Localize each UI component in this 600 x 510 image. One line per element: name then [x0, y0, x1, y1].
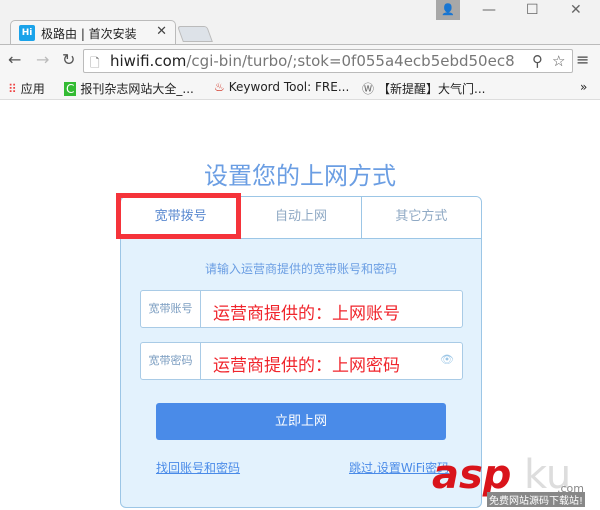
wordpress-icon: Ⓦ — [362, 82, 375, 96]
minimize-button[interactable]: — — [482, 2, 496, 18]
bookmark-label: 应用 — [20, 82, 45, 96]
highlight-box — [116, 193, 241, 239]
forward-icon[interactable]: → — [36, 50, 49, 69]
browser-chrome: 👤 — ☐ ✕ Hi 极路由 | 首次安装 ✕ ← → ↻ 🗋 hiwifi.c… — [0, 0, 600, 100]
address-bar[interactable]: 🗋 hiwifi.com/cgi-bin/turbo/;stok=0f055a4… — [83, 49, 573, 73]
skip-link[interactable]: 跳过,设置WiFi密码 — [349, 459, 449, 476]
account-label: 宽带账号 — [141, 291, 201, 327]
password-label: 宽带密码 — [141, 343, 201, 379]
bookmark-item[interactable]: C 报刊杂志网站大全_... — [64, 80, 194, 97]
zoom-search-icon[interactable]: ⚲ — [532, 52, 543, 70]
page-icon: 🗋 — [90, 56, 100, 70]
bookmark-label: 【新提醒】大气门... — [378, 82, 486, 96]
url-host: hiwifi.com — [110, 52, 187, 70]
setup-panel: 宽带拨号 自动上网 其它方式 请输入运营商提供的宽带账号和密码 宽带账号 运营商… — [120, 196, 482, 508]
account-field[interactable]: 宽带账号 运营商提供的：上网账号 — [140, 290, 463, 328]
profile-icon[interactable]: 👤 — [436, 0, 460, 20]
tab-dhcp[interactable]: 自动上网 — [240, 197, 360, 238]
url-path: /cgi-bin/turbo/;stok=0f055a4ecb5ebd50ec8 — [186, 52, 515, 70]
bookmark-item[interactable]: Ⓦ 【新提醒】大气门... — [362, 80, 485, 97]
refresh-green-icon: C — [64, 82, 77, 96]
bookmark-item[interactable]: ♨ Keyword Tool: FRE... — [214, 80, 349, 94]
bookmark-apps[interactable]: ⠿ 应用 — [8, 80, 45, 97]
close-tab-icon[interactable]: ✕ — [156, 24, 167, 39]
account-input[interactable]: 运营商提供的：上网账号 — [213, 299, 400, 324]
flame-icon: ♨ — [214, 80, 225, 94]
tab-title: 极路由 | 首次安装 — [41, 27, 137, 41]
password-input[interactable]: 运营商提供的：上网密码 — [213, 351, 400, 376]
browser-tab[interactable]: Hi 极路由 | 首次安装 ✕ — [10, 20, 176, 44]
bookmarks-overflow[interactable]: » — [580, 80, 587, 94]
tab-other[interactable]: 其它方式 — [360, 197, 481, 238]
new-tab-button[interactable] — [177, 26, 213, 42]
toolbar: ← → ↻ 🗋 hiwifi.com/cgi-bin/turbo/;stok=0… — [0, 44, 600, 74]
eye-icon[interactable]: 👁 — [440, 353, 454, 366]
bookmark-label: Keyword Tool: FRE... — [228, 80, 350, 94]
maximize-button[interactable]: ☐ — [526, 2, 539, 18]
close-window-button[interactable]: ✕ — [570, 2, 582, 18]
menu-icon[interactable]: ≡ — [576, 50, 589, 69]
back-icon[interactable]: ← — [8, 50, 21, 69]
favicon-icon: Hi — [19, 25, 35, 41]
bookmark-star-icon[interactable]: ☆ — [552, 52, 565, 70]
url-text[interactable]: hiwifi.com/cgi-bin/turbo/;stok=0f055a4ec… — [110, 52, 535, 70]
reload-icon[interactable]: ↻ — [62, 50, 75, 69]
password-field[interactable]: 宽带密码 运营商提供的：上网密码 👁 — [140, 342, 463, 380]
connect-button[interactable]: 立即上网 — [156, 403, 446, 440]
bookmark-label: 报刊杂志网站大全_... — [80, 82, 194, 96]
recover-account-link[interactable]: 找回账号和密码 — [156, 459, 240, 476]
apps-grid-icon: ⠿ — [8, 82, 17, 96]
bookmarks-bar: ⠿ 应用 C 报刊杂志网站大全_... ♨ Keyword Tool: FRE... … — [0, 74, 600, 100]
hint-text: 请输入运营商提供的宽带账号和密码 — [204, 262, 397, 276]
page-title: 设置您的上网方式 — [204, 162, 396, 190]
